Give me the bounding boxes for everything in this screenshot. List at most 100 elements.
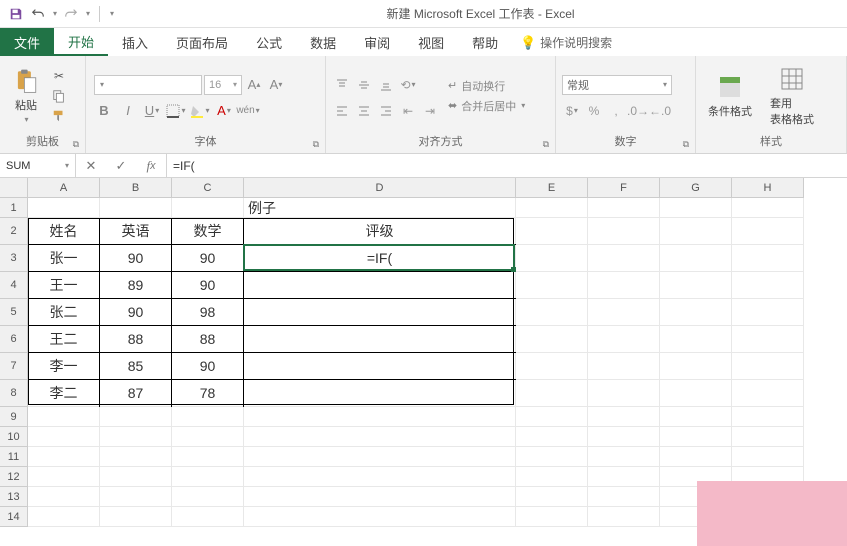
cell-C12[interactable] [172,467,244,487]
tab-review[interactable]: 审阅 [350,28,404,56]
cell-E1[interactable] [516,198,588,218]
cell-G8[interactable] [660,380,732,407]
row-header-11[interactable]: 11 [0,447,28,467]
cell-B5[interactable]: 90 [100,299,172,326]
cell-H6[interactable] [732,326,804,353]
cell-B6[interactable]: 88 [100,326,172,353]
cell-F5[interactable] [588,299,660,326]
copy-icon[interactable] [50,88,68,104]
cell-E12[interactable] [516,467,588,487]
cell-D6[interactable] [244,326,516,353]
cell-C13[interactable] [172,487,244,507]
increase-decimal-icon[interactable]: .0→ [628,101,648,121]
col-header-H[interactable]: H [732,178,804,198]
cell-H8[interactable] [732,380,804,407]
decrease-font-icon[interactable]: A▾ [266,75,286,95]
cell-D2[interactable]: 评级 [244,218,516,245]
border-button[interactable]: ▾ [166,101,186,121]
cell-C14[interactable] [172,507,244,527]
cell-H11[interactable] [732,447,804,467]
cell-H2[interactable] [732,218,804,245]
cell-E13[interactable] [516,487,588,507]
insert-function-button[interactable]: fx [136,158,166,174]
tab-data[interactable]: 数据 [296,28,350,56]
cell-B2[interactable]: 英语 [100,218,172,245]
cell-D8[interactable] [244,380,516,407]
tab-view[interactable]: 视图 [404,28,458,56]
save-icon[interactable] [8,6,24,22]
format-painter-icon[interactable] [50,108,68,124]
row-header-1[interactable]: 1 [0,198,28,218]
cell-C5[interactable]: 98 [172,299,244,326]
redo-icon[interactable] [63,6,79,22]
cell-F1[interactable] [588,198,660,218]
fill-color-button[interactable]: ▾ [190,101,210,121]
wrap-text-button[interactable]: ↵自动换行 [448,78,525,94]
cell-H3[interactable] [732,245,804,272]
cell-C10[interactable] [172,427,244,447]
cell-C2[interactable]: 数学 [172,218,244,245]
cell-G9[interactable] [660,407,732,427]
row-header-13[interactable]: 13 [0,487,28,507]
col-header-G[interactable]: G [660,178,732,198]
cell-B14[interactable] [100,507,172,527]
cell-F2[interactable] [588,218,660,245]
cell-G3[interactable] [660,245,732,272]
align-top-icon[interactable] [332,75,352,95]
undo-dropdown[interactable]: ▾ [53,9,57,18]
cell-C7[interactable]: 90 [172,353,244,380]
cell-D12[interactable] [244,467,516,487]
cell-G6[interactable] [660,326,732,353]
paste-button[interactable]: 粘贴 ▾ [6,65,46,126]
cell-E9[interactable] [516,407,588,427]
cell-A4[interactable]: 王一 [28,272,100,299]
cell-G4[interactable] [660,272,732,299]
tab-home[interactable]: 开始 [54,28,108,56]
cell-H9[interactable] [732,407,804,427]
tell-me-search[interactable]: 💡 操作说明搜索 [520,28,612,56]
cell-F11[interactable] [588,447,660,467]
col-header-F[interactable]: F [588,178,660,198]
paste-dropdown[interactable]: ▾ [24,115,28,124]
col-header-C[interactable]: C [172,178,244,198]
cell-D7[interactable] [244,353,516,380]
tab-help[interactable]: 帮助 [458,28,512,56]
cell-A9[interactable] [28,407,100,427]
tab-page-layout[interactable]: 页面布局 [162,28,242,56]
row-header-6[interactable]: 6 [0,326,28,353]
cell-B10[interactable] [100,427,172,447]
cell-G10[interactable] [660,427,732,447]
row-header-8[interactable]: 8 [0,380,28,407]
cell-C3[interactable]: 90 [172,245,244,272]
undo-icon[interactable] [30,6,46,22]
cell-H4[interactable] [732,272,804,299]
row-header-10[interactable]: 10 [0,427,28,447]
align-middle-icon[interactable] [354,75,374,95]
cell-A12[interactable] [28,467,100,487]
cell-D11[interactable] [244,447,516,467]
alignment-launcher[interactable]: ⧉ [543,139,549,150]
accounting-format-icon[interactable]: $▾ [562,101,582,121]
orientation-icon[interactable]: ⟲▾ [398,75,418,95]
format-as-table-button[interactable]: 套用 表格格式 [764,63,820,129]
cell-E7[interactable] [516,353,588,380]
cell-E4[interactable] [516,272,588,299]
cell-D13[interactable] [244,487,516,507]
cell-H7[interactable] [732,353,804,380]
row-header-5[interactable]: 5 [0,299,28,326]
cell-A13[interactable] [28,487,100,507]
align-bottom-icon[interactable] [376,75,396,95]
cell-C1[interactable] [172,198,244,218]
cell-D3[interactable]: =IF( [244,245,516,272]
col-header-D[interactable]: D [244,178,516,198]
cell-E5[interactable] [516,299,588,326]
font-launcher[interactable]: ⧉ [313,139,319,150]
increase-indent-icon[interactable]: ⇥ [420,101,440,121]
formula-bar[interactable]: =IF( [167,154,847,177]
cell-A2[interactable]: 姓名 [28,218,100,245]
cell-D9[interactable] [244,407,516,427]
cell-C6[interactable]: 88 [172,326,244,353]
cell-D14[interactable] [244,507,516,527]
cell-A14[interactable] [28,507,100,527]
cell-D4[interactable] [244,272,516,299]
